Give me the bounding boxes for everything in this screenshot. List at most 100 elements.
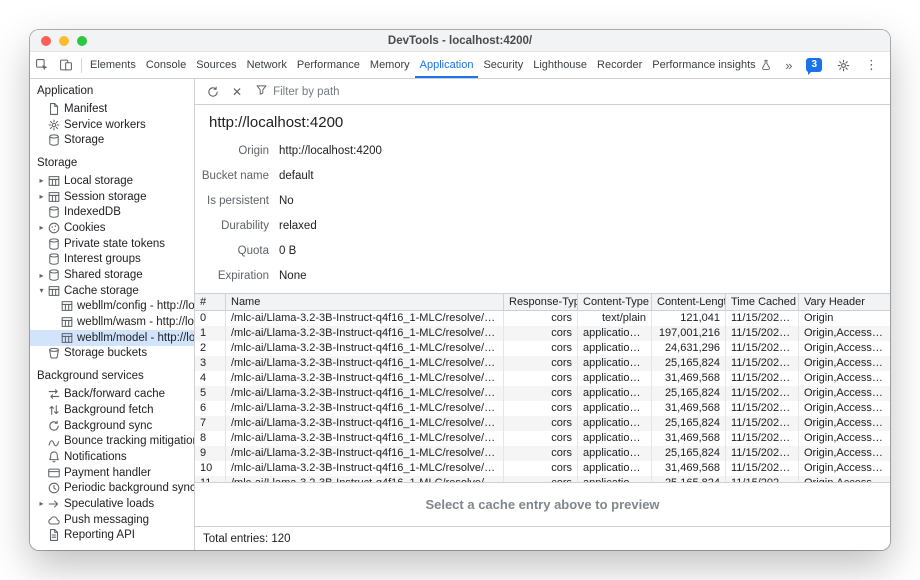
sidebar-item-service-workers[interactable]: Service workers: [30, 117, 194, 133]
expand-arrow-icon[interactable]: ▸: [36, 192, 47, 201]
sidebar-item-reporting-api[interactable]: Reporting API: [30, 528, 194, 544]
sidebar-item-webllm-wasm-http-loca[interactable]: webllm/wasm - http://loca…: [30, 314, 194, 330]
expand-arrow-icon[interactable]: ▸: [36, 223, 47, 232]
sidebar-item-background-fetch[interactable]: Background fetch: [30, 402, 194, 418]
expand-arrow-icon[interactable]: ▸: [36, 271, 47, 280]
sidebar-item-back-forward-cache[interactable]: Back/forward cache: [30, 386, 194, 402]
table-row[interactable]: 9/mlc-ai/Llama-3.2-3B-Instruct-q4f16_1-M…: [195, 446, 890, 461]
sidebar-item-webllm-model-http-loc[interactable]: webllm/model - http://loc…: [30, 330, 194, 346]
column-header-vary-header[interactable]: Vary Header: [798, 294, 890, 310]
refresh-button[interactable]: [201, 85, 225, 99]
cell-vary-header: Origin,Access…: [798, 326, 890, 341]
sidebar-item-push-messaging[interactable]: Push messaging: [30, 512, 194, 528]
cell-content-type: application/oc…: [577, 446, 651, 461]
cell-name: /mlc-ai/Llama-3.2-3B-Instruct-q4f16_1-ML…: [225, 446, 503, 461]
inspect-icon: [35, 58, 49, 72]
titlebar[interactable]: DevTools - localhost:4200/: [30, 30, 890, 52]
sidebar-item-cookies[interactable]: ▸Cookies: [30, 220, 194, 236]
tab-label: Performance: [297, 59, 360, 71]
cell-name: /mlc-ai/Llama-3.2-3B-Instruct-q4f16_1-ML…: [225, 416, 503, 431]
sidebar-item-label: webllm/model - http://loc…: [77, 332, 194, 344]
device-toolbar-icon: [59, 58, 73, 72]
tab-lighthouse[interactable]: Lighthouse: [528, 52, 592, 78]
sidebar-item-periodic-background-sync[interactable]: Periodic background sync: [30, 480, 194, 496]
table-row[interactable]: 0/mlc-ai/Llama-3.2-3B-Instruct-q4f16_1-M…: [195, 311, 890, 326]
table-row[interactable]: 10/mlc-ai/Llama-3.2-3B-Instruct-q4f16_1-…: [195, 461, 890, 476]
table-row[interactable]: 4/mlc-ai/Llama-3.2-3B-Instruct-q4f16_1-M…: [195, 371, 890, 386]
cell-vary-header: Origin,Access…: [798, 446, 890, 461]
tab-label: Sources: [196, 59, 236, 71]
inspect-element-button[interactable]: [30, 52, 54, 78]
cache-storage-panel: ✕ http://localhost:4200 Originhttp://loc…: [195, 79, 890, 550]
expand-arrow-icon[interactable]: ▸: [36, 176, 47, 185]
console-messages-button[interactable]: 3: [801, 58, 827, 72]
settings-button[interactable]: [831, 58, 856, 73]
refresh-icon: [206, 85, 220, 99]
sidebar-item-session-storage[interactable]: ▸Session storage: [30, 189, 194, 205]
sidebar-item-notifications[interactable]: Notifications: [30, 449, 194, 465]
cell-content-length: 25,165,824: [651, 446, 725, 461]
cell-name: /mlc-ai/Llama-3.2-3B-Instruct-q4f16_1-ML…: [225, 326, 503, 341]
delete-selected-button[interactable]: ✕: [227, 85, 247, 99]
cell-content-length: 197,001,216: [651, 326, 725, 341]
kebab-menu-button[interactable]: ⋮: [860, 57, 883, 73]
sidebar-item-manifest[interactable]: Manifest: [30, 101, 194, 117]
cache-view: http://localhost:4200 Originhttp://local…: [195, 105, 890, 526]
kebab-menu-icon: ⋮: [865, 57, 878, 73]
sidebar-item-label: Background fetch: [64, 404, 154, 416]
cell-time-cached: 11/15/2024, 10…: [725, 446, 798, 461]
table-row[interactable]: 2/mlc-ai/Llama-3.2-3B-Instruct-q4f16_1-M…: [195, 341, 890, 356]
sidebar-item-indexeddb[interactable]: IndexedDB: [30, 204, 194, 220]
tab-security[interactable]: Security: [478, 52, 528, 78]
cell-response-type: cors: [503, 446, 577, 461]
column-header-content-length[interactable]: Content-Length: [651, 294, 725, 310]
column-header-num[interactable]: #: [195, 294, 225, 310]
sidebar-item-private-state-tokens[interactable]: Private state tokens: [30, 236, 194, 252]
tab-performance-insights[interactable]: Performance insights: [647, 52, 776, 78]
tab-application[interactable]: Application: [415, 52, 479, 78]
cell-num: 8: [195, 431, 225, 446]
table-row[interactable]: 8/mlc-ai/Llama-3.2-3B-Instruct-q4f16_1-M…: [195, 431, 890, 446]
table-row[interactable]: 5/mlc-ai/Llama-3.2-3B-Instruct-q4f16_1-M…: [195, 386, 890, 401]
sidebar-item-storage-buckets[interactable]: Storage buckets: [30, 346, 194, 362]
table-row[interactable]: 7/mlc-ai/Llama-3.2-3B-Instruct-q4f16_1-M…: [195, 416, 890, 431]
table-row[interactable]: 3/mlc-ai/Llama-3.2-3B-Instruct-q4f16_1-M…: [195, 356, 890, 371]
tab-network[interactable]: Network: [242, 52, 292, 78]
more-tabs-button[interactable]: »: [780, 58, 797, 73]
sidebar-item-cache-storage[interactable]: ▾Cache storage: [30, 283, 194, 299]
sidebar-item-shared-storage[interactable]: ▸Shared storage: [30, 267, 194, 283]
meta-value-durability: relaxed: [279, 214, 890, 239]
sidebar-item-payment-handler[interactable]: Payment handler: [30, 465, 194, 481]
sidebar-item-label: Reporting API: [64, 529, 135, 541]
tab-recorder[interactable]: Recorder: [592, 52, 647, 78]
meta-label-quota: Quota: [199, 239, 269, 264]
tab-performance[interactable]: Performance: [292, 52, 365, 78]
filter-input[interactable]: [273, 86, 433, 98]
tab-sources[interactable]: Sources: [191, 52, 241, 78]
device-toolbar-button[interactable]: [54, 52, 78, 78]
sidebar-item-storage[interactable]: Storage: [30, 132, 194, 148]
sidebar-item-label: Interest groups: [64, 253, 141, 265]
sidebar-item-speculative-loads[interactable]: ▸Speculative loads: [30, 496, 194, 512]
table-row[interactable]: 6/mlc-ai/Llama-3.2-3B-Instruct-q4f16_1-M…: [195, 401, 890, 416]
cell-name: /mlc-ai/Llama-3.2-3B-Instruct-q4f16_1-ML…: [225, 461, 503, 476]
column-header-time-cached[interactable]: Time Cached: [725, 294, 798, 310]
expand-arrow-icon[interactable]: ▸: [36, 499, 47, 508]
sidebar-item-local-storage[interactable]: ▸Local storage: [30, 173, 194, 189]
collapse-arrow-icon[interactable]: ▾: [36, 286, 47, 295]
sidebar-item-background-sync[interactable]: Background sync: [30, 418, 194, 434]
cell-name: /mlc-ai/Llama-3.2-3B-Instruct-q4f16_1-ML…: [225, 431, 503, 446]
tab-console[interactable]: Console: [141, 52, 191, 78]
cell-content-length: 31,469,568: [651, 431, 725, 446]
table-icon: [60, 331, 77, 345]
column-header-name[interactable]: Name: [225, 294, 503, 310]
sidebar-item-interest-groups[interactable]: Interest groups: [30, 252, 194, 268]
tab-elements[interactable]: Elements: [85, 52, 141, 78]
sidebar-item-bounce-tracking-mitigations[interactable]: Bounce tracking mitigations: [30, 433, 194, 449]
column-header-response-type[interactable]: Response-Type: [503, 294, 577, 310]
application-sidebar: ApplicationManifestService workersStorag…: [30, 79, 195, 550]
sidebar-item-webllm-config-http-loc[interactable]: webllm/config - http://loc…: [30, 299, 194, 315]
tab-memory[interactable]: Memory: [365, 52, 415, 78]
table-row[interactable]: 1/mlc-ai/Llama-3.2-3B-Instruct-q4f16_1-M…: [195, 326, 890, 341]
column-header-content-type[interactable]: Content-Type: [577, 294, 651, 310]
